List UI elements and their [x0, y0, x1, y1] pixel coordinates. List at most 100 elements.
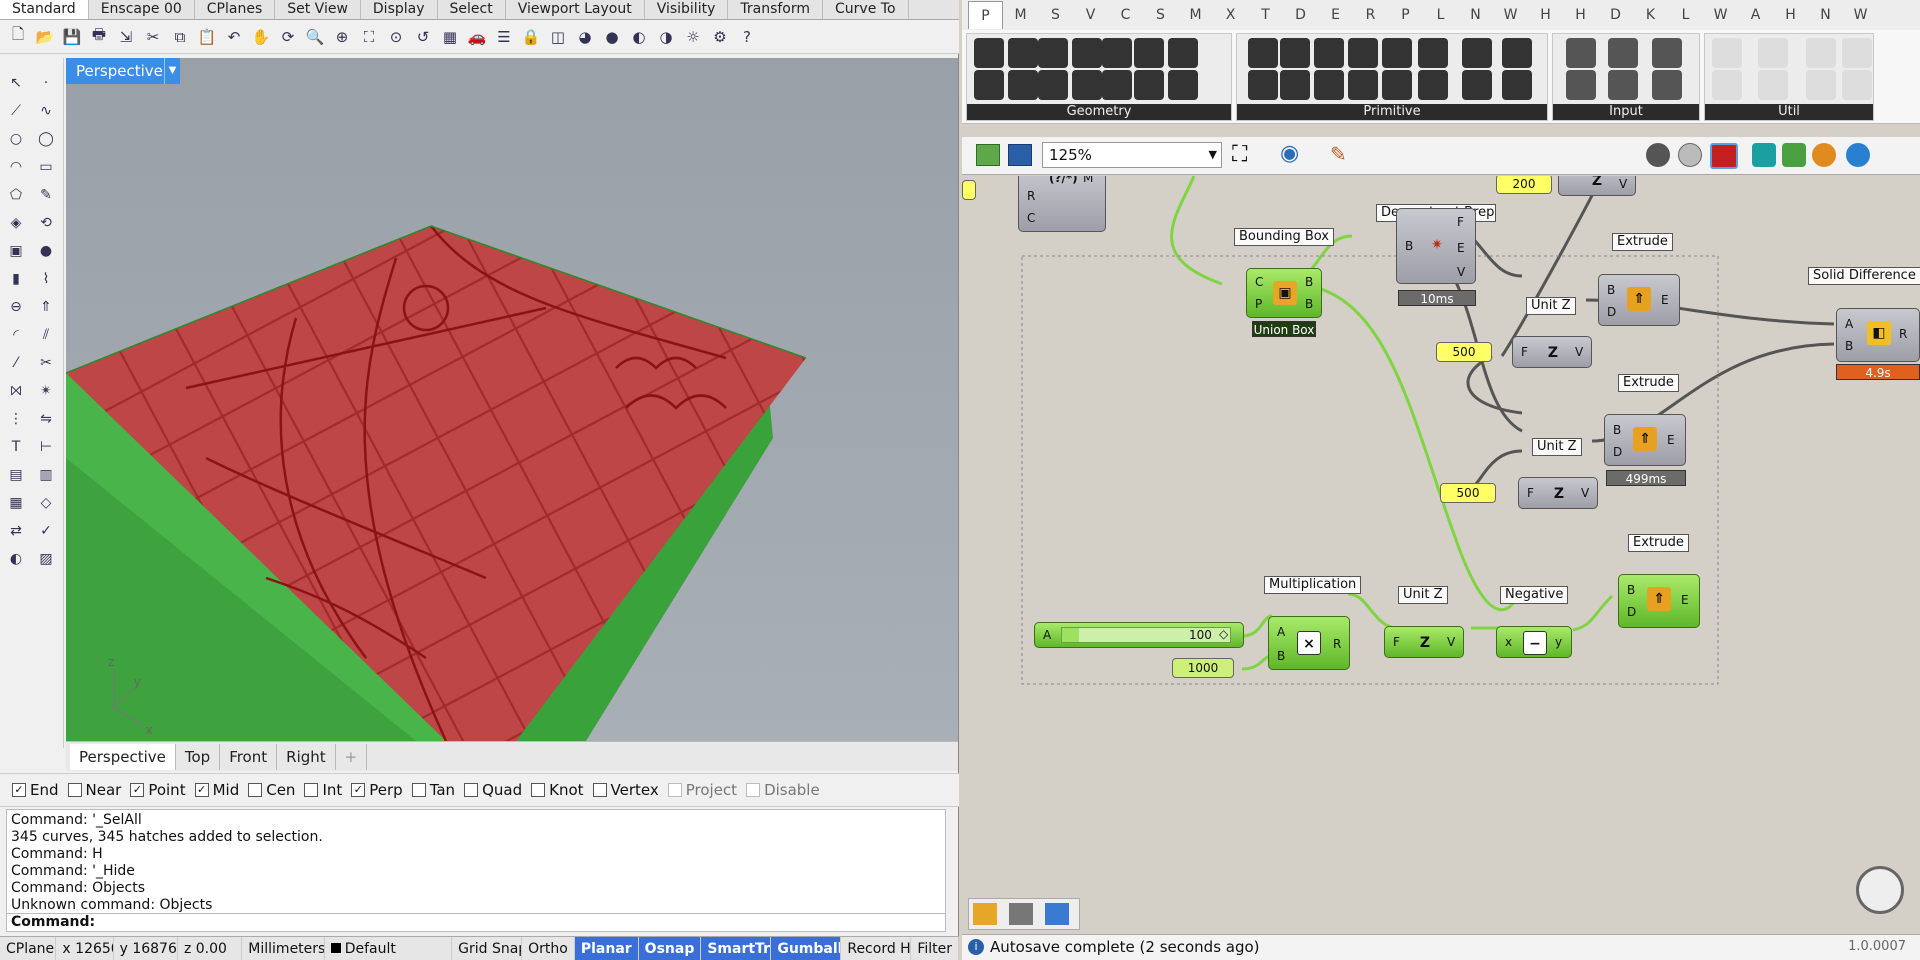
check-icon[interactable]: ✓	[33, 518, 59, 544]
osnap-cen[interactable]: Cen	[248, 781, 295, 799]
checkbox-icon[interactable]	[67, 783, 82, 797]
properties-icon[interactable]: ☰	[492, 25, 516, 49]
gh-canvas[interactable]: R C (?/*) M Z V 200 Bounding Box C P ▣ B…	[962, 176, 1920, 934]
ribbon-component-icon[interactable]	[1168, 38, 1198, 68]
gh-tab-7[interactable]: X	[1213, 7, 1248, 23]
ribbon-component-icon[interactable]	[1348, 38, 1378, 68]
ribbon-component-icon[interactable]	[974, 38, 1004, 68]
panel-top-left[interactable]	[962, 180, 976, 200]
unit-z-2-component[interactable]: F Z V	[1518, 477, 1598, 509]
checkbox-icon[interactable]	[592, 783, 607, 797]
gh-tab-10[interactable]: E	[1318, 7, 1353, 23]
ribbon-component-icon[interactable]	[1280, 70, 1310, 100]
status-cplane[interactable]: CPlane	[0, 937, 57, 960]
print-icon[interactable]: 🖶	[87, 25, 111, 49]
layers-icon[interactable]	[1045, 903, 1069, 925]
array-icon[interactable]: ⋮	[3, 406, 29, 432]
ribbon-component-icon[interactable]	[1102, 38, 1132, 68]
grid-array-icon[interactable]: ▦	[3, 490, 29, 516]
canvas-navigation-icon[interactable]	[1856, 866, 1904, 914]
material-icon[interactable]: ◑	[654, 25, 678, 49]
multiplication-component[interactable]: A B × R	[1268, 616, 1350, 670]
status-toggle-5[interactable]: Gumball	[771, 937, 842, 960]
top-left-component[interactable]: R C (?/*) M	[1018, 176, 1106, 232]
wireframe-icon[interactable]	[1678, 143, 1702, 167]
extrude-3-component[interactable]: B D ⇑ E	[1618, 574, 1700, 628]
select-arrow-icon[interactable]: ↖	[3, 70, 29, 96]
viewport-title[interactable]: Perspective	[66, 58, 173, 84]
preview-mode-icon[interactable]	[1646, 143, 1670, 167]
gh-tab-0[interactable]: P	[968, 1, 1003, 29]
ribbon-component-icon[interactable]	[1314, 70, 1344, 100]
gh-tab-3[interactable]: V	[1073, 7, 1108, 23]
status-toggle-7[interactable]: Filter	[911, 937, 959, 960]
pipe-icon[interactable]: ⌇	[33, 266, 59, 292]
solid-difference-component[interactable]: A B ◧ R	[1836, 308, 1920, 362]
viewport-menu-chevron-icon[interactable]: ▼	[164, 58, 180, 84]
perspective-viewport[interactable]: z y x Perspective ▼	[66, 58, 958, 741]
ribbon-component-icon[interactable]	[1566, 70, 1596, 100]
ribbon-component-icon[interactable]	[1382, 70, 1412, 100]
gh-tab-18[interactable]: D	[1598, 7, 1633, 23]
gh-tab-12[interactable]: P	[1388, 7, 1423, 23]
render-icon[interactable]: ◐	[3, 546, 29, 572]
color-wheel-icon[interactable]: ◕	[573, 25, 597, 49]
panel-200[interactable]: 200	[1496, 176, 1552, 194]
gh-tab-23[interactable]: H	[1773, 7, 1808, 23]
import-icon[interactable]: ⇲	[114, 25, 138, 49]
gh-tab-25[interactable]: W	[1843, 7, 1878, 23]
ribbon-component-icon[interactable]	[1134, 38, 1164, 68]
preview-eye-icon[interactable]: ◉	[1280, 141, 1299, 167]
viewport-tab-front[interactable]: Front	[220, 743, 278, 770]
grid-icon[interactable]: ▦	[438, 25, 462, 49]
ribbon-component-icon[interactable]	[1806, 70, 1836, 100]
ellipse-icon[interactable]: ◯	[33, 126, 59, 152]
negative-component[interactable]: x − y	[1496, 626, 1572, 658]
help-icon[interactable]: ?	[735, 25, 759, 49]
ribbon-component-icon[interactable]	[1566, 38, 1596, 68]
ribbon-component-icon[interactable]	[1758, 38, 1788, 68]
material-orange-icon[interactable]	[1812, 143, 1836, 167]
freeform-icon[interactable]: ✎	[33, 182, 59, 208]
open-folder-icon[interactable]: 📂	[33, 25, 57, 49]
gh-tab-1[interactable]: M	[1003, 7, 1038, 23]
lock-icon[interactable]: 🔒	[519, 25, 543, 49]
gh-tab-2[interactable]: S	[1038, 7, 1073, 23]
gh-logo-icon[interactable]	[973, 903, 997, 925]
gh-tab-14[interactable]: N	[1458, 7, 1493, 23]
cut-icon[interactable]: ✂	[141, 25, 165, 49]
polygon-icon[interactable]: ⬠	[3, 182, 29, 208]
ribbon-component-icon[interactable]	[1418, 70, 1448, 100]
osnap-vertex[interactable]: Vertex	[592, 781, 659, 799]
ribbon-component-icon[interactable]	[1842, 38, 1872, 68]
sketch-brush-icon[interactable]: ✎	[1330, 141, 1347, 167]
curve-icon[interactable]: ∿	[33, 98, 59, 124]
ribbon-component-icon[interactable]	[1462, 38, 1492, 68]
gh-tab-16[interactable]: H	[1528, 7, 1563, 23]
checkbox-icon[interactable]: ✓	[194, 783, 209, 797]
undo-view-icon[interactable]: ↺	[411, 25, 435, 49]
osnap-end[interactable]: ✓ End	[12, 781, 59, 799]
checkbox-icon[interactable]: ✓	[12, 783, 26, 797]
transform-icon[interactable]: ⇄	[3, 518, 29, 544]
text-icon[interactable]: T	[3, 434, 29, 460]
block-icon[interactable]: ▤	[3, 462, 29, 488]
layer-icon[interactable]: ◫	[546, 25, 570, 49]
ribbon-component-icon[interactable]	[1418, 38, 1448, 68]
ribbon-component-icon[interactable]	[1008, 70, 1038, 100]
checkbox-icon[interactable]	[411, 783, 426, 797]
gh-tab-24[interactable]: N	[1808, 7, 1843, 23]
ribbon-component-icon[interactable]	[1280, 38, 1310, 68]
panel-500-b[interactable]: 500	[1440, 483, 1496, 503]
zoom-selected-icon[interactable]: ⊙	[384, 25, 408, 49]
toolbar-tab-9[interactable]: Curve To	[823, 0, 909, 19]
ribbon-component-icon[interactable]	[1462, 70, 1492, 100]
ribbon-component-icon[interactable]	[1608, 70, 1638, 100]
polyline-icon[interactable]: ⟋	[3, 98, 29, 124]
gh-tab-15[interactable]: W	[1493, 7, 1528, 23]
status-units[interactable]: Millimeters	[242, 937, 325, 960]
zoom-level-select[interactable]: 125% ▼	[1042, 142, 1222, 168]
pan-icon[interactable]: ✋	[249, 25, 273, 49]
analyze-icon[interactable]: ◇	[33, 490, 59, 516]
hatch-icon[interactable]: ▨	[33, 546, 59, 572]
